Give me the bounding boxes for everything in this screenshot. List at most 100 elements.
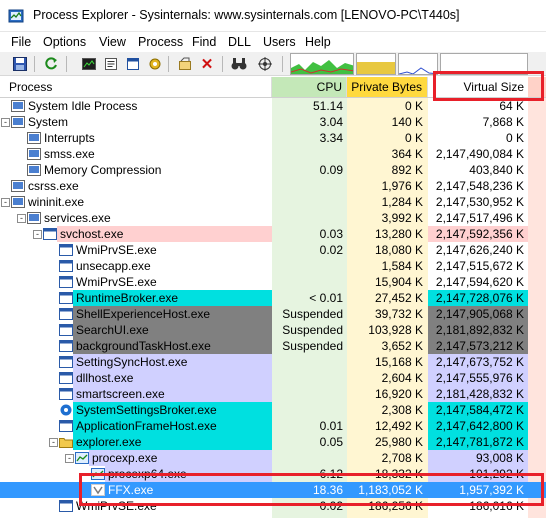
process-name-cell[interactable]: FFX.exe — [0, 482, 272, 498]
process-name-cell[interactable]: - explorer.exe — [0, 434, 272, 450]
process-row[interactable]: dllhost.exe 2,604 K 2,147,555,976 K — [0, 370, 546, 386]
private-bytes-cell: 15,904 K — [374, 275, 423, 289]
expand-collapse-toggle[interactable]: - — [65, 454, 74, 463]
process-name-cell[interactable]: Interrupts — [0, 130, 272, 146]
expand-collapse-toggle[interactable]: - — [33, 230, 42, 239]
gpu-graph[interactable] — [440, 53, 528, 75]
process-name-cell[interactable]: Memory Compression — [0, 162, 272, 178]
private-bytes-cell: 27,452 K — [374, 291, 423, 305]
process-row[interactable]: SystemSettingsBroker.exe 2,308 K 2,147,584… — [0, 402, 546, 418]
menu-find[interactable]: Find — [192, 35, 216, 49]
private-bytes-cell: 2,308 K — [381, 403, 423, 417]
process-row[interactable]: csrss.exe 1,976 K 2,147,548,236 K — [0, 178, 546, 194]
column-header-cpu[interactable]: CPU — [272, 77, 347, 97]
process-row[interactable]: WmiPrvSE.exe 0.02 18,080 K 2,147,626,240 K — [0, 242, 546, 258]
gear-icon[interactable] — [146, 55, 164, 73]
find-icon[interactable] — [230, 55, 248, 73]
process-name-cell[interactable]: smartscreen.exe — [0, 386, 272, 402]
process-row[interactable]: smss.exe 364 K 2,147,490,084 K — [0, 146, 546, 162]
expand-collapse-toggle[interactable]: - — [49, 438, 58, 447]
process-name-cell[interactable]: - wininit.exe — [0, 194, 272, 210]
process-name-cell[interactable]: SettingSyncHost.exe — [0, 354, 272, 370]
column-header-process[interactable]: Process — [0, 77, 272, 97]
menu-view[interactable]: View — [99, 35, 126, 49]
cpu-cell: 0.01 — [319, 419, 343, 433]
window-icon — [59, 292, 73, 304]
private-bytes-cell: 140 K — [391, 115, 423, 129]
refresh-icon[interactable] — [42, 55, 60, 73]
expand-collapse-toggle[interactable]: - — [17, 214, 26, 223]
process-name-cell[interactable]: - services.exe — [0, 210, 272, 226]
process-row[interactable]: - wininit.exe 1,284 K 2,147,530,952 K — [0, 194, 546, 210]
cpu-cell: 3.34 — [319, 131, 343, 145]
menu-options[interactable]: Options — [43, 35, 86, 49]
process-name-cell[interactable]: WmiPrvSE.exe — [0, 274, 272, 290]
process-name-cell[interactable]: WmiPrvSE.exe — [0, 242, 272, 258]
cpu-graph[interactable] — [290, 53, 354, 75]
process-name-cell[interactable]: procexp64.exe — [0, 466, 272, 482]
process-row[interactable]: - procexp.exe 2,708 K 93,008 K — [0, 450, 546, 466]
process-name-cell[interactable]: ApplicationFrameHost.exe — [0, 418, 272, 434]
expand-collapse-toggle[interactable]: - — [1, 198, 10, 207]
window-icon[interactable] — [124, 55, 142, 73]
process-name-cell[interactable]: - svchost.exe — [0, 226, 272, 242]
handle-icon[interactable] — [176, 55, 194, 73]
process-row[interactable]: - services.exe 3,992 K 2,147,517,496 K — [0, 210, 546, 226]
save-icon[interactable] — [11, 55, 29, 73]
process-name-cell[interactable]: unsecapp.exe — [0, 258, 272, 274]
process-name-cell[interactable]: backgroundTaskHost.exe — [0, 338, 272, 354]
process-name-cell[interactable]: - System — [0, 114, 272, 130]
process-row[interactable]: FFX.exe 18.36 1,183,052 K 1,957,392 K — [0, 482, 546, 498]
cpu-cell: Suspended — [282, 339, 343, 353]
private-bytes-cell: 186,256 K — [368, 499, 423, 513]
menu-users[interactable]: Users — [263, 35, 296, 49]
process-row[interactable]: RuntimeBroker.exe < 0.01 27,452 K 2,147,728… — [0, 290, 546, 306]
system-info-icon[interactable] — [80, 55, 98, 73]
commit-graph[interactable] — [356, 53, 396, 75]
process-name-cell[interactable]: System Idle Process — [0, 98, 272, 114]
private-bytes-cell: 12,492 K — [374, 419, 423, 433]
process-name-cell[interactable]: SearchUI.exe — [0, 322, 272, 338]
menu-process[interactable]: Process — [138, 35, 183, 49]
process-row[interactable]: smartscreen.exe 16,920 K 2,181,428,832 K — [0, 386, 546, 402]
process-row[interactable]: Memory Compression 0.09 892 K 403,840 K — [0, 162, 546, 178]
process-name-cell[interactable]: - procexp.exe — [0, 450, 272, 466]
process-row[interactable]: WmiPrvSE.exe 0.02 186,256 K 186,016 K — [0, 498, 546, 514]
process-row[interactable]: System Idle Process 51.14 0 K 64 K — [0, 98, 546, 114]
process-row[interactable]: SettingSyncHost.exe 15,168 K 2,147,673,752… — [0, 354, 546, 370]
menu-file[interactable]: File — [11, 35, 31, 49]
extra-column-cell — [528, 370, 546, 386]
process-row[interactable]: ApplicationFrameHost.exe 0.01 12,492 K 2,14… — [0, 418, 546, 434]
process-row[interactable]: ShellExperienceHost.exe Suspended 39,732 K… — [0, 306, 546, 322]
target-icon[interactable] — [256, 55, 274, 73]
menu-dll[interactable]: DLL — [228, 35, 251, 49]
process-row[interactable]: - explorer.exe 0.05 25,980 K 2,147,781,872 K — [0, 434, 546, 450]
column-header-extra[interactable] — [528, 77, 546, 97]
menu-help[interactable]: Help — [305, 35, 331, 49]
expand-collapse-toggle[interactable]: - — [1, 118, 10, 127]
process-name-cell[interactable]: smss.exe — [0, 146, 272, 162]
process-row[interactable]: SearchUI.exe Suspended 103,928 K 2,181,892,… — [0, 322, 546, 338]
column-header-virtual-size[interactable]: Virtual Size — [428, 77, 528, 97]
process-name-cell[interactable]: SystemSettingsBroker.exe — [0, 402, 272, 418]
process-name-cell[interactable]: WmiPrvSE.exe — [0, 498, 272, 514]
process-row[interactable]: WmiPrvSE.exe 15,904 K 2,147,594,620 K — [0, 274, 546, 290]
process-name-cell[interactable]: dllhost.exe — [0, 370, 272, 386]
process-row[interactable]: - svchost.exe 0.03 13,280 K 2,147,592,356 K — [0, 226, 546, 242]
process-row[interactable]: procexp64.exe 6.12 18,332 K 101,292 K — [0, 466, 546, 482]
process-row[interactable]: - System 3.04 140 K 7,868 K — [0, 114, 546, 130]
process-row[interactable]: Interrupts 3.34 0 K 0 K — [0, 130, 546, 146]
kill-icon[interactable]: ✕ — [198, 55, 216, 73]
process-name-cell[interactable]: csrss.exe — [0, 178, 272, 194]
column-header-private-bytes[interactable]: Private Bytes — [347, 77, 428, 97]
virtual-size-cell: 2,147,781,872 K — [428, 434, 528, 450]
process-row[interactable]: unsecapp.exe 1,584 K 2,147,515,672 K — [0, 258, 546, 274]
io-graph[interactable] — [398, 53, 438, 75]
process-name-cell[interactable]: RuntimeBroker.exe — [0, 290, 272, 306]
process-name-cell[interactable]: ShellExperienceHost.exe — [0, 306, 272, 322]
process-row[interactable]: backgroundTaskHost.exe Suspended 3,652 K 2,… — [0, 338, 546, 354]
extra-column-cell — [528, 162, 546, 178]
extra-column-cell — [528, 194, 546, 210]
private-bytes-cell: 3,652 K — [381, 339, 423, 353]
properties-icon[interactable] — [102, 55, 120, 73]
